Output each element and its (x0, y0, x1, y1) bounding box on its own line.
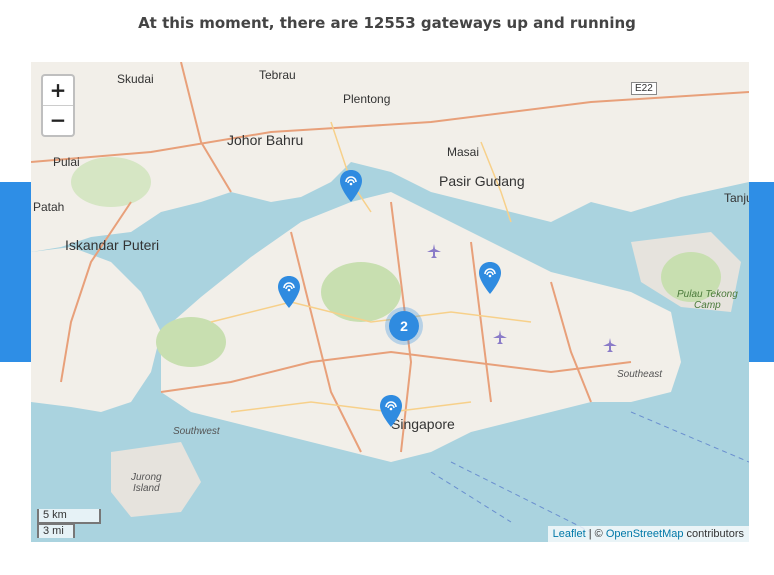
place-plentong: Plentong (343, 92, 391, 106)
zoom-in-button[interactable]: + (43, 76, 73, 106)
place-skudai: Skudai (117, 72, 154, 86)
area-pulau-tekong: Pulau Tekong Camp (677, 289, 738, 311)
zoom-control: + − (41, 74, 75, 137)
place-patah: Patah (33, 200, 65, 214)
gateway-count-headline: At this moment, there are 12553 gateways… (138, 14, 636, 32)
place-johor-bahru: Johor Bahru (227, 132, 304, 148)
map-attribution: Leaflet | © OpenStreetMap contributors (547, 526, 749, 542)
area-jurong-island: Jurong Island (131, 472, 162, 494)
place-masai: Masai (447, 145, 480, 159)
attribution-separator: | © (585, 528, 606, 540)
osm-link[interactable]: OpenStreetMap (606, 528, 684, 540)
airplane-icon (427, 244, 441, 258)
place-tanju: Tanju (724, 191, 749, 205)
road-shield-e22: E22 (631, 82, 657, 95)
map-container[interactable]: Johor Bahru Iskandar Puteri Pasir Gudang… (31, 62, 749, 542)
gateway-pin-icon[interactable] (340, 170, 362, 202)
airplane-icon (493, 330, 507, 344)
area-southeast: Southeast (617, 369, 663, 380)
place-pulai: Pulai (53, 155, 80, 169)
place-tebrau: Tebrau (259, 68, 296, 82)
airplane-icon (603, 338, 617, 352)
gateway-pin-icon[interactable] (380, 395, 402, 427)
gateway-cluster-marker[interactable]: 2 (389, 311, 419, 341)
scale-bar: 5 km 3 mi (37, 509, 101, 538)
gateway-pin-icon[interactable] (278, 276, 300, 308)
place-iskandar-puteri: Iskandar Puteri (65, 237, 160, 253)
place-pasir-gudang: Pasir Gudang (439, 173, 525, 189)
gateway-pin-icon[interactable] (479, 262, 501, 294)
leaflet-link[interactable]: Leaflet (553, 528, 586, 540)
zoom-out-button[interactable]: − (43, 106, 73, 135)
area-southwest: Southwest (173, 426, 220, 437)
map-base-layer (31, 62, 749, 533)
scale-mi: 3 mi (37, 523, 75, 538)
scale-km: 5 km (37, 509, 101, 524)
attribution-tail: contributors (683, 528, 744, 540)
